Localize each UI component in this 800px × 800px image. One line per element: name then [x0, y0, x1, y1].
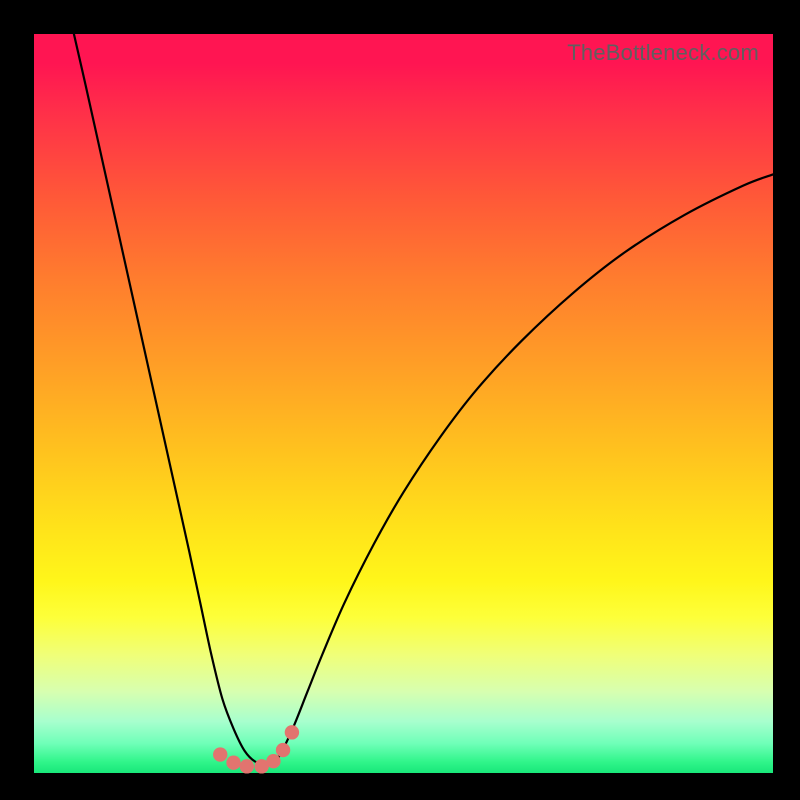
curve-line [74, 34, 773, 764]
plot-area: TheBottleneck.com [34, 34, 773, 773]
curve-marker [285, 725, 299, 739]
curve-marker [276, 743, 290, 757]
curve-marker [266, 754, 280, 768]
bottleneck-curve [34, 34, 773, 773]
chart-frame: TheBottleneck.com [0, 0, 800, 800]
curve-marker [226, 755, 240, 769]
curve-markers [213, 725, 299, 773]
curve-marker [240, 759, 254, 773]
curve-marker [213, 747, 227, 761]
